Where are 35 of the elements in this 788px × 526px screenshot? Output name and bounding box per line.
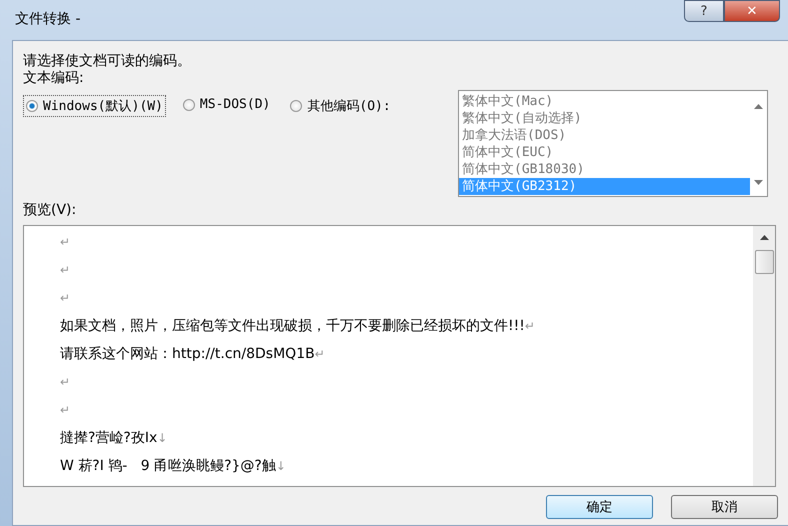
preview-line: 撻撵?营崄?孜Ix↓ — [60, 429, 168, 448]
scroll-bar[interactable] — [753, 226, 775, 486]
radio-button[interactable] — [26, 100, 38, 112]
radio-option[interactable]: Windows(默认)(W) — [23, 95, 166, 117]
preview-line: 如果文档，照片，压缩包等文件出现破损，千万不要删除已经损坏的文件!!!↵ — [60, 317, 536, 336]
list-item[interactable]: 加拿大法语(DOS) — [459, 127, 750, 144]
dialog-button[interactable]: 取消 — [671, 495, 778, 519]
preview-label: 预览(V): — [23, 202, 76, 219]
radio-button[interactable] — [182, 98, 195, 110]
scroll-down-icon[interactable] — [754, 180, 763, 186]
encoding-label: 文本编码: — [23, 70, 84, 87]
preview-line: ↵ — [60, 290, 72, 307]
encoding-list[interactable]: 繁体中文(Mac) 繁体中文(自动选择) 加拿大法语(DOS) 简体中文(EUC) 简体中文(GB18030) 简体中文(GB2312) — [458, 90, 768, 197]
scroll-up-icon[interactable] — [760, 234, 768, 240]
help-button[interactable]: ? — [684, 0, 724, 22]
list-item[interactable]: 繁体中文(Mac) — [459, 93, 750, 110]
preview-line: ↵ — [60, 402, 72, 419]
radio-option[interactable]: 其他编码(O): — [287, 95, 394, 117]
preview-line: ↵ — [60, 374, 72, 391]
list-item[interactable]: 简体中文(GB2312) — [459, 178, 750, 195]
window-title: 文件转换 - — [14, 10, 81, 28]
close-button[interactable]: ✕ — [724, 0, 780, 22]
list-item[interactable]: 简体中文(GB18030) — [459, 161, 750, 178]
scroll-up-icon[interactable] — [754, 103, 763, 109]
scroll-thumb[interactable] — [754, 250, 774, 274]
dialog-button[interactable]: 确定 — [546, 495, 653, 519]
preview-line: ↵ — [60, 234, 72, 251]
list-item[interactable]: 简体中文(EUC) — [459, 144, 750, 161]
instruction-text: 请选择使文档可读的编码。 — [23, 53, 191, 70]
preview-line: W 菥?I 鸨- 9 甬咝涣眺鳗?}@?触↓ — [60, 457, 287, 476]
preview-line: ↵ — [60, 262, 72, 279]
list-item[interactable]: 繁体中文(自动选择) — [459, 110, 750, 127]
radio-option[interactable]: MS-DOS(D) — [180, 95, 274, 114]
radio-button[interactable] — [290, 100, 302, 112]
preview-line: 请联系这个网站：http://t.cn/8DsMQ1B↵ — [60, 345, 326, 364]
